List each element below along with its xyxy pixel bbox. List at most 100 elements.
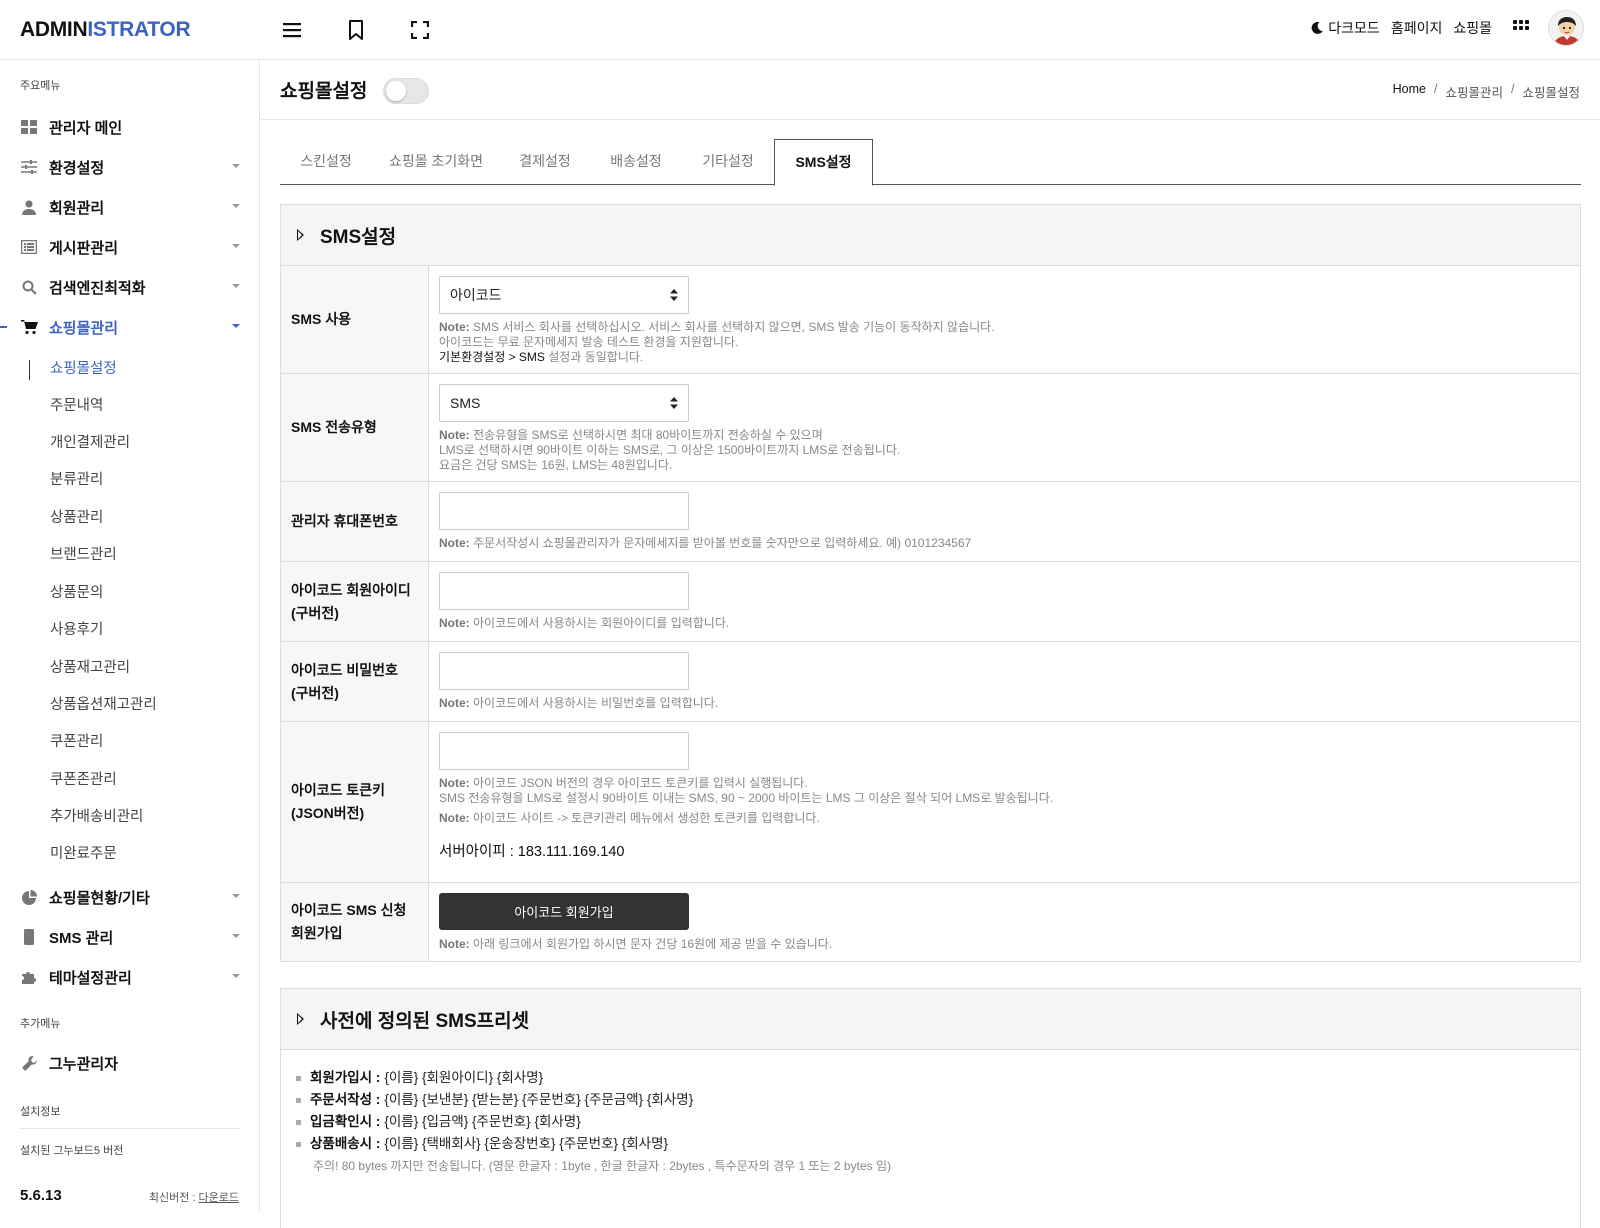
sms-type-select[interactable]: SMS (439, 384, 689, 422)
note-text: 아이코드 JSON 버전의 경우 아이코드 토큰키를 입력시 실행됩니다. (469, 776, 808, 790)
tab-sms[interactable]: SMS설정 (774, 139, 873, 186)
admin-phone-input[interactable] (439, 492, 689, 530)
chevron-down-icon (232, 324, 240, 328)
icode-token-note: Note: 아이코드 JSON 버전의 경우 아이코드 토큰키를 입력시 실행됩… (439, 776, 1570, 806)
icode-password-input[interactable] (439, 652, 689, 690)
bullet-square-icon (296, 1097, 301, 1103)
icode-join-button[interactable]: 아이코드 회원가입 (439, 893, 689, 930)
homepage-link[interactable]: 홈페이지 (1391, 18, 1443, 38)
sidebar-item-label: 환경설정 (49, 159, 105, 177)
list-item: 상품배송시 : {이름} {택배회사} {운송장번호} {주문번호} {회사명} (296, 1133, 1580, 1155)
sidebar-item-sms[interactable]: SMS 관리 (20, 922, 240, 952)
submenu-personal-payment[interactable]: 개인결제관리 (50, 431, 130, 452)
bookmark-icon[interactable] (344, 18, 368, 42)
preset-value: {이름} {회원아이디} {회사명} (384, 1070, 544, 1085)
puzzle-icon (20, 968, 38, 986)
breadcrumb: Home / 쇼핑몰관리 / 쇼핑몰설정 (1393, 82, 1580, 101)
apps-grid-icon[interactable] (1513, 19, 1529, 37)
submenu-products[interactable]: 상품관리 (50, 506, 103, 527)
dark-mode-toggle[interactable]: 다크모드 (1310, 18, 1380, 38)
sidebar-item-label: 검색엔진최적화 (49, 279, 146, 297)
extra-menu-section-label: 추가메뉴 (20, 1018, 61, 1030)
breadcrumb-separator: / (1434, 82, 1438, 96)
admin-logo[interactable]: ADMINISTRATOR (20, 18, 191, 42)
tab-shop-home[interactable]: 쇼핑몰 초기화면 (372, 139, 500, 185)
sms-type-note: Note: 전송유형을 SMS로 선택하시면 최대 80바이트까지 전송하실 수… (439, 428, 1570, 473)
page-toggle-switch[interactable] (383, 78, 429, 104)
install-info-section-label: 설치정보 (20, 1106, 61, 1118)
submenu-stock[interactable]: 상품재고관리 (50, 656, 130, 677)
submenu-orders[interactable]: 주문내역 (50, 394, 103, 415)
tab-skin[interactable]: 스킨설정 (280, 139, 372, 185)
icode-join-row: 아이코드 SMS 신청 회원가입 아이코드 회원가입 Note: 아래 링크에서 … (281, 883, 1580, 961)
submenu-coupons[interactable]: 쿠폰관리 (50, 730, 103, 751)
hamburger-menu-icon[interactable] (280, 18, 304, 42)
sms-settings-header[interactable]: SMS설정 (281, 205, 1580, 266)
sms-use-note: Note: SMS 서비스 회사를 선택하십시오. 서비스 회사를 선택하지 않… (439, 320, 1570, 365)
sidebar-item-gnu-admin[interactable]: 그누관리자 (20, 1048, 240, 1078)
submenu-extra-shipping[interactable]: 추가배송비관리 (50, 805, 143, 826)
note-key: Note: (439, 696, 470, 710)
breadcrumb-home[interactable]: Home (1393, 82, 1426, 101)
phone-icon (20, 928, 38, 946)
icode-password-note: Note: 아이코드에서 사용하시는 비밀번호를 입력합니다. (439, 696, 1570, 711)
breadcrumb-shop-management[interactable]: 쇼핑몰관리 (1445, 82, 1503, 101)
note-key: Note: (439, 536, 470, 550)
sidebar-divider (20, 1128, 240, 1129)
search-icon (20, 278, 38, 296)
dark-mode-label: 다크모드 (1328, 20, 1380, 36)
sidebar-item-settings[interactable]: 환경설정 (20, 152, 240, 182)
sidebar-item-shop-stats[interactable]: 쇼핑몰현황/기타 (20, 882, 240, 912)
bullet-square-icon (296, 1141, 301, 1147)
submenu-coupon-zone[interactable]: 쿠폰존관리 (50, 768, 117, 789)
preset-key: 입금확인시 : (310, 1114, 381, 1129)
icode-token-input[interactable] (439, 732, 689, 770)
sms-settings-panel: SMS설정 SMS 사용 아이코드 Note: SMS 서비스 회사를 선택하십… (280, 204, 1581, 962)
note-text: 아이코드 사이트 -> 토큰키관리 메뉴에서 생성한 토큰키를 입력합니다. (469, 811, 820, 825)
submenu-product-inquiries[interactable]: 상품문의 (50, 581, 103, 602)
chevron-down-icon (232, 164, 240, 168)
fullscreen-icon[interactable] (408, 18, 432, 42)
submenu-brands[interactable]: 브랜드관리 (50, 543, 117, 564)
submenu-categories[interactable]: 분류관리 (50, 468, 103, 489)
note-text: 아이코드에서 사용하시는 회원아이디를 입력합니다. (469, 616, 730, 630)
sidebar-item-theme[interactable]: 테마설정관리 (20, 962, 240, 992)
note-text-dark: 기본환경설정 > SMS (439, 350, 545, 364)
sidebar-item-label: 그누관리자 (49, 1055, 119, 1073)
sidebar-item-admin-main[interactable]: 관리자 메인 (20, 112, 240, 142)
sidebar-item-seo[interactable]: 검색엔진최적화 (20, 272, 240, 302)
submenu-incomplete-orders[interactable]: 미완료주문 (50, 842, 117, 863)
submenu-reviews[interactable]: 사용후기 (50, 618, 103, 639)
sidebar-item-members[interactable]: 회원관리 (20, 192, 240, 222)
label-line: 회원가입 (291, 925, 343, 941)
sms-type-label: SMS 전송유형 (281, 374, 429, 481)
admin-phone-label: 관리자 휴대폰번호 (281, 482, 429, 561)
tab-etc[interactable]: 기타설정 (682, 139, 774, 185)
settings-tabs: 스킨설정 쇼핑몰 초기화면 결제설정 배송설정 기타설정 SMS설정 (280, 139, 1581, 186)
latest-version-label: 최신버전 : (148, 1192, 199, 1204)
icode-id-note: Note: 아이코드에서 사용하시는 회원아이디를 입력합니다. (439, 616, 1570, 631)
logo-text-istrator: ISTRATOR (87, 18, 191, 41)
note-key: Note: (439, 616, 470, 630)
submenu-option-stock[interactable]: 상품옵션재고관리 (50, 693, 157, 714)
tab-payment[interactable]: 결제설정 (500, 139, 590, 185)
sms-preset-header[interactable]: 사전에 정의된 SMS프리셋 (281, 989, 1580, 1050)
sms-provider-select[interactable]: 아이코드 (439, 276, 689, 314)
sidebar-item-shop-management[interactable]: 쇼핑몰관리 (20, 312, 240, 342)
download-link[interactable]: 다운로드 (199, 1192, 239, 1204)
tab-delivery[interactable]: 배송설정 (590, 139, 682, 185)
preset-key: 회원가입시 : (310, 1070, 381, 1085)
icode-id-input[interactable] (439, 572, 689, 610)
admin-phone-row: 관리자 휴대폰번호 Note: 주문서작성시 쇼핑몰관리자가 문자메세지를 받아… (281, 482, 1580, 562)
submenu-shop-settings[interactable]: 쇼핑몰설정 (50, 357, 117, 378)
shop-link[interactable]: 쇼핑몰 (1453, 18, 1492, 38)
note-text: SMS 전송유형을 LMS로 설정시 90바이트 이내는 SMS, 90 ~ 2… (439, 791, 1054, 805)
icode-join-note: Note: 아래 링크에서 회원가입 하시면 문자 건당 16원에 제공 받을 … (439, 937, 1570, 952)
sms-preset-panel: 사전에 정의된 SMS프리셋 회원가입시 : {이름} {회원아이디} {회사명}… (280, 988, 1581, 1228)
preset-value: {이름} {보낸분} {받는분} {주문번호} {주문금액} {회사명} (384, 1092, 694, 1107)
sidebar-item-board[interactable]: 게시판관리 (20, 232, 240, 262)
user-avatar[interactable] (1548, 10, 1584, 46)
user-icon (20, 198, 38, 216)
note-text: 설정과 동일합니다. (544, 350, 644, 364)
moon-icon (1311, 21, 1324, 34)
